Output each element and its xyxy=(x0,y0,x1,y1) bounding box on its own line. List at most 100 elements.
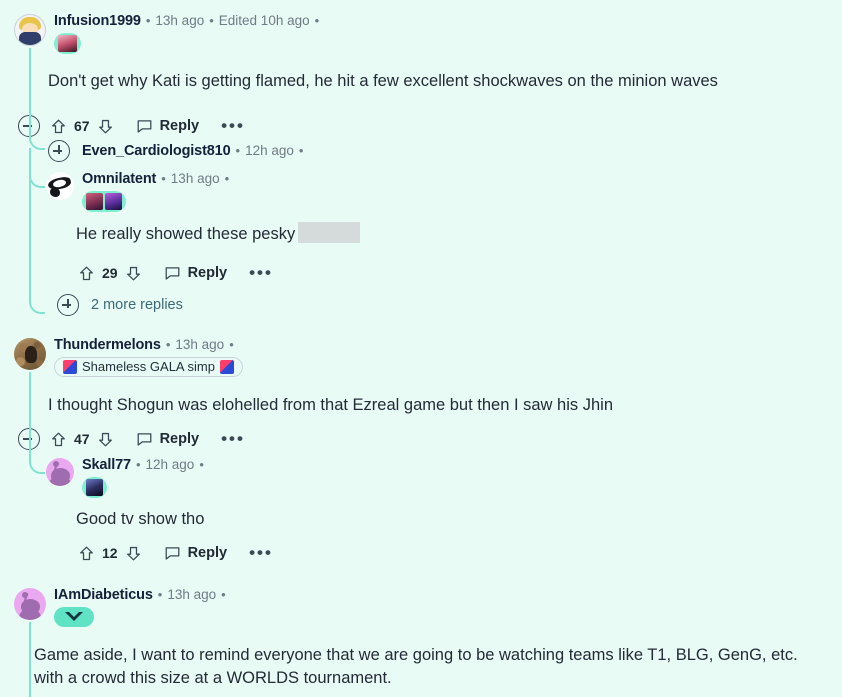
user-flair[interactable] xyxy=(82,190,126,212)
timestamp: 13h ago xyxy=(175,337,225,352)
timestamp: 12h ago xyxy=(145,457,195,472)
comment-infusion1999: Infusion1999 • 13h ago • Edited 10h ago … xyxy=(14,14,718,137)
avatar[interactable] xyxy=(14,338,46,370)
comment-meta: Infusion1999 • 13h ago • Edited 10h ago … xyxy=(54,14,324,54)
more-options-icon[interactable]: ••• xyxy=(221,117,245,134)
separator-dot: • xyxy=(135,457,141,472)
upvote-icon[interactable] xyxy=(78,265,95,282)
user-flair[interactable]: Shameless GALA simp xyxy=(54,356,243,377)
comment-thundermelons: Thundermelons • 13h ago • Shameless GALA… xyxy=(14,338,613,450)
comment-omnilatent: Omnilatent • 13h ago • He really showed … xyxy=(46,172,361,281)
username-link[interactable]: Omnilatent xyxy=(82,172,156,187)
timestamp: 13h ago xyxy=(155,13,205,28)
thread-line[interactable] xyxy=(29,622,31,697)
comment-body: Don't get why Kati is getting flamed, he… xyxy=(48,72,718,90)
reply-button[interactable]: Reply xyxy=(164,545,227,562)
vote-group: 29 xyxy=(78,265,142,282)
reply-button[interactable]: Reply xyxy=(164,265,228,282)
separator-dot: • xyxy=(314,13,320,28)
more-options-icon[interactable]: ••• xyxy=(249,544,273,561)
username-link[interactable]: Even_Cardiologist810 xyxy=(82,144,231,159)
reply-button[interactable]: Reply xyxy=(136,118,199,135)
flair-image-group xyxy=(82,190,126,212)
user-flair[interactable] xyxy=(54,32,81,54)
separator-dot: • xyxy=(165,337,171,352)
downvote-icon[interactable] xyxy=(125,265,142,282)
comment-meta: IAmDiabeticus • 13h ago • xyxy=(54,588,231,627)
comment-header: Skall77 • 12h ago • xyxy=(46,458,209,498)
upvote-icon[interactable] xyxy=(78,545,95,562)
byline: Infusion1999 • 13h ago • Edited 10h ago … xyxy=(54,14,324,29)
comment-actions: 47 Reply ••• xyxy=(18,428,245,450)
separator-dot: • xyxy=(161,171,166,186)
user-flair[interactable] xyxy=(82,476,107,498)
more-replies-row[interactable]: 2 more replies xyxy=(57,294,183,316)
collapsed-comment-even_cardiologist810[interactable]: Even_Cardiologist810 • 12h ago • xyxy=(48,140,308,162)
avatar[interactable] xyxy=(14,14,46,46)
comment-bubble-icon xyxy=(136,118,153,135)
vote-group: 47 xyxy=(50,431,114,448)
comment-bubble-icon xyxy=(164,545,181,562)
vote-score: 29 xyxy=(102,265,118,281)
thread-line[interactable] xyxy=(29,148,31,298)
comment-header: IAmDiabeticus • 13h ago • xyxy=(14,588,231,627)
separator-dot: • xyxy=(224,171,230,186)
user-flair[interactable] xyxy=(54,606,94,627)
team-logo-icon xyxy=(63,359,77,374)
username-link[interactable]: Infusion1999 xyxy=(54,14,141,29)
upvote-icon[interactable] xyxy=(50,118,67,135)
comment-header: Omnilatent • 13h ago • xyxy=(46,172,234,212)
separator-dot: • xyxy=(199,457,204,472)
vote-score: 67 xyxy=(74,118,90,134)
comment-header: Thundermelons • 13h ago • Shameless GALA… xyxy=(14,338,243,377)
separator-dot: • xyxy=(235,142,241,158)
reply-button[interactable]: Reply xyxy=(136,431,200,448)
avatar[interactable] xyxy=(14,588,46,620)
comment-header: Infusion1999 • 13h ago • Edited 10h ago … xyxy=(14,14,324,54)
separator-dot: • xyxy=(209,13,214,28)
vote-score: 12 xyxy=(102,545,118,561)
username-link[interactable]: Thundermelons xyxy=(54,338,161,353)
comment-bubble-icon xyxy=(136,431,153,448)
timestamp: 13h ago xyxy=(170,171,220,186)
downvote-icon[interactable] xyxy=(97,431,114,448)
byline: IAmDiabeticus • 13h ago • xyxy=(54,588,231,603)
more-replies-label[interactable]: 2 more replies xyxy=(91,297,183,313)
avatar[interactable] xyxy=(46,172,74,200)
thread-line[interactable] xyxy=(29,372,31,458)
comment-meta: Skall77 • 12h ago • xyxy=(82,458,209,498)
comment-iamdiabeticus: IAmDiabeticus • 13h ago • Game aside, I … xyxy=(14,588,798,687)
username-link[interactable]: IAmDiabeticus xyxy=(54,588,153,603)
more-options-icon[interactable]: ••• xyxy=(221,430,245,447)
more-options-icon[interactable]: ••• xyxy=(249,264,273,281)
thread-line-curve xyxy=(29,298,45,314)
reply-label: Reply xyxy=(159,431,200,447)
edited-timestamp: Edited 10h ago xyxy=(218,13,310,28)
timestamp: 12h ago xyxy=(245,142,294,158)
comment-bubble-icon xyxy=(164,265,181,282)
flair-image-group xyxy=(82,476,107,498)
username-link[interactable]: Skall77 xyxy=(82,458,131,473)
avatar[interactable] xyxy=(46,458,74,486)
thread-line[interactable] xyxy=(29,48,31,134)
byline: Skall77 • 12h ago • xyxy=(82,458,209,473)
vote-score: 47 xyxy=(74,431,90,447)
upvote-icon[interactable] xyxy=(50,431,67,448)
flair-label: Shameless GALA simp xyxy=(82,359,215,374)
byline: Omnilatent • 13h ago • xyxy=(82,172,234,187)
comment-body-text: He really showed these pesky xyxy=(76,225,296,243)
downvote-icon[interactable] xyxy=(97,118,114,135)
downvote-icon[interactable] xyxy=(125,545,142,562)
expand-more-replies-button[interactable] xyxy=(57,294,79,316)
comment-thread: Infusion1999 • 13h ago • Edited 10h ago … xyxy=(0,0,842,697)
flair-text-chip: Shameless GALA simp xyxy=(54,356,243,377)
thread-line-curve xyxy=(29,134,45,150)
thread-line-curve xyxy=(29,458,45,474)
separator-dot: • xyxy=(145,13,151,28)
team-logo-icon xyxy=(219,359,234,374)
separator-dot: • xyxy=(157,587,163,602)
comment-actions: 12 Reply ••• xyxy=(78,542,273,564)
comment-actions: 29 Reply ••• xyxy=(78,262,273,284)
reply-label: Reply xyxy=(187,265,228,281)
expand-thread-button[interactable] xyxy=(48,140,70,162)
